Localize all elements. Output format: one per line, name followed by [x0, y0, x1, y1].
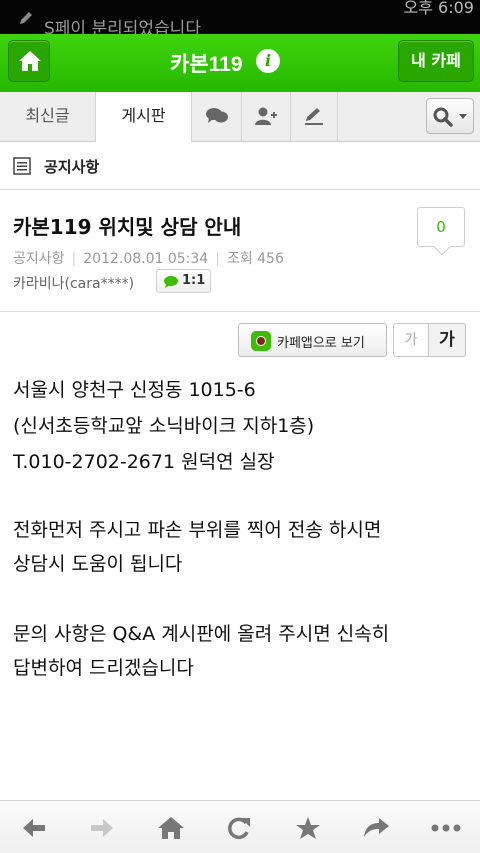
tab-write[interactable] — [291, 92, 338, 142]
body-line: 문의 사항은 Q&A 계시판에 올려 주시면 신속히 — [13, 623, 390, 645]
forward-button[interactable] — [68, 801, 136, 853]
view-in-cafe-app-button[interactable]: 카페앱으로 보기 — [238, 323, 387, 357]
home-icon — [158, 817, 184, 839]
pencil-icon — [305, 108, 323, 125]
refresh-icon — [228, 817, 250, 840]
font-size-large-button[interactable]: 가 — [428, 323, 466, 357]
tab-bar: 최신글 게시판 — [0, 92, 480, 143]
forward-arrow-icon — [91, 819, 113, 837]
browser-bottom-nav — [0, 800, 480, 853]
home-icon — [19, 51, 41, 71]
tab-chat[interactable] — [192, 92, 242, 142]
notification-text: S페이 분리되었습니다 — [44, 19, 201, 34]
share-arrow-icon — [364, 818, 389, 837]
refresh-button[interactable] — [205, 801, 273, 853]
meta-divider: | — [71, 251, 77, 267]
post-datetime: 2012.08.01 05:34 — [83, 251, 209, 267]
body-line: 답변하여 드리겠습니다 — [13, 657, 194, 679]
post-author[interactable]: 카라비나(cara****) — [13, 273, 134, 293]
status-bar: S페이 분리되었습니다 오후 6:09 — [0, 0, 480, 34]
cafe-title: 카본119 — [170, 53, 243, 76]
body-line: 상담시 도움이 됩니다 — [13, 553, 183, 575]
meta-divider: | — [215, 251, 220, 267]
more-button[interactable] — [410, 801, 478, 853]
cafe-app-label: 카페앱으로 보기 — [277, 336, 365, 351]
back-arrow-icon — [23, 819, 45, 837]
comment-count-button[interactable]: 0 — [417, 207, 465, 247]
back-button[interactable] — [0, 801, 68, 853]
board-bar[interactable]: 공지사항 — [0, 142, 480, 190]
search-icon — [433, 107, 467, 127]
body-line: 서울시 양천구 신정동 1015-6 — [13, 379, 256, 401]
post-header: 카본119 위치및 상담 안내 공지사항 | 2012.08.01 05:34 | 조회… — [0, 190, 480, 312]
cafe-header: 카본119 i 내 카페 — [0, 34, 480, 92]
tab-recent[interactable]: 최신글 — [0, 92, 96, 142]
search-button[interactable] — [426, 98, 474, 134]
tab-add-member[interactable] — [242, 92, 291, 142]
list-icon — [13, 157, 31, 175]
body-line: (신서초등학교앞 소닉바이크 지하1층) — [13, 415, 315, 437]
post-category[interactable]: 공지사항 — [13, 251, 65, 267]
home-button[interactable] — [8, 40, 50, 82]
more-dots-icon — [431, 824, 461, 832]
share-button[interactable] — [342, 801, 410, 853]
tab-board[interactable]: 게시판 — [96, 92, 192, 143]
star-icon — [296, 817, 320, 839]
screen: S페이 분리되었습니다 오후 6:09 카본119 i 내 카페 최신글 게시판 — [0, 0, 480, 853]
post-meta: 공지사항 | 2012.08.01 05:34 | 조회 456 — [13, 248, 284, 268]
chat-bubble-icon — [164, 276, 178, 288]
body-line: 전화먼저 주시고 파손 부위를 찍어 전송 하시면 — [13, 519, 382, 541]
body-line: T.010-2702-2671 원덕연 실장 — [13, 451, 275, 473]
chat-icon — [205, 108, 228, 123]
chat-label: 1:1 — [182, 273, 206, 288]
pencil-notification-icon — [18, 10, 34, 31]
bookmark-button[interactable] — [274, 801, 342, 853]
my-cafe-button[interactable]: 내 카페 — [398, 40, 474, 82]
home-nav-button[interactable] — [137, 801, 205, 853]
one-to-one-chat-button[interactable]: 1:1 — [156, 269, 211, 293]
font-size-small-button[interactable]: 가 — [393, 323, 429, 357]
add-member-icon — [255, 107, 277, 125]
info-icon[interactable]: i — [256, 49, 280, 73]
status-time: 오후 6:09 — [403, 0, 474, 17]
board-name: 공지사항 — [44, 158, 100, 176]
post-views: 조회 456 — [226, 251, 284, 267]
cafe-app-icon — [251, 331, 271, 351]
post-title: 카본119 위치및 상담 안내 — [13, 215, 242, 239]
